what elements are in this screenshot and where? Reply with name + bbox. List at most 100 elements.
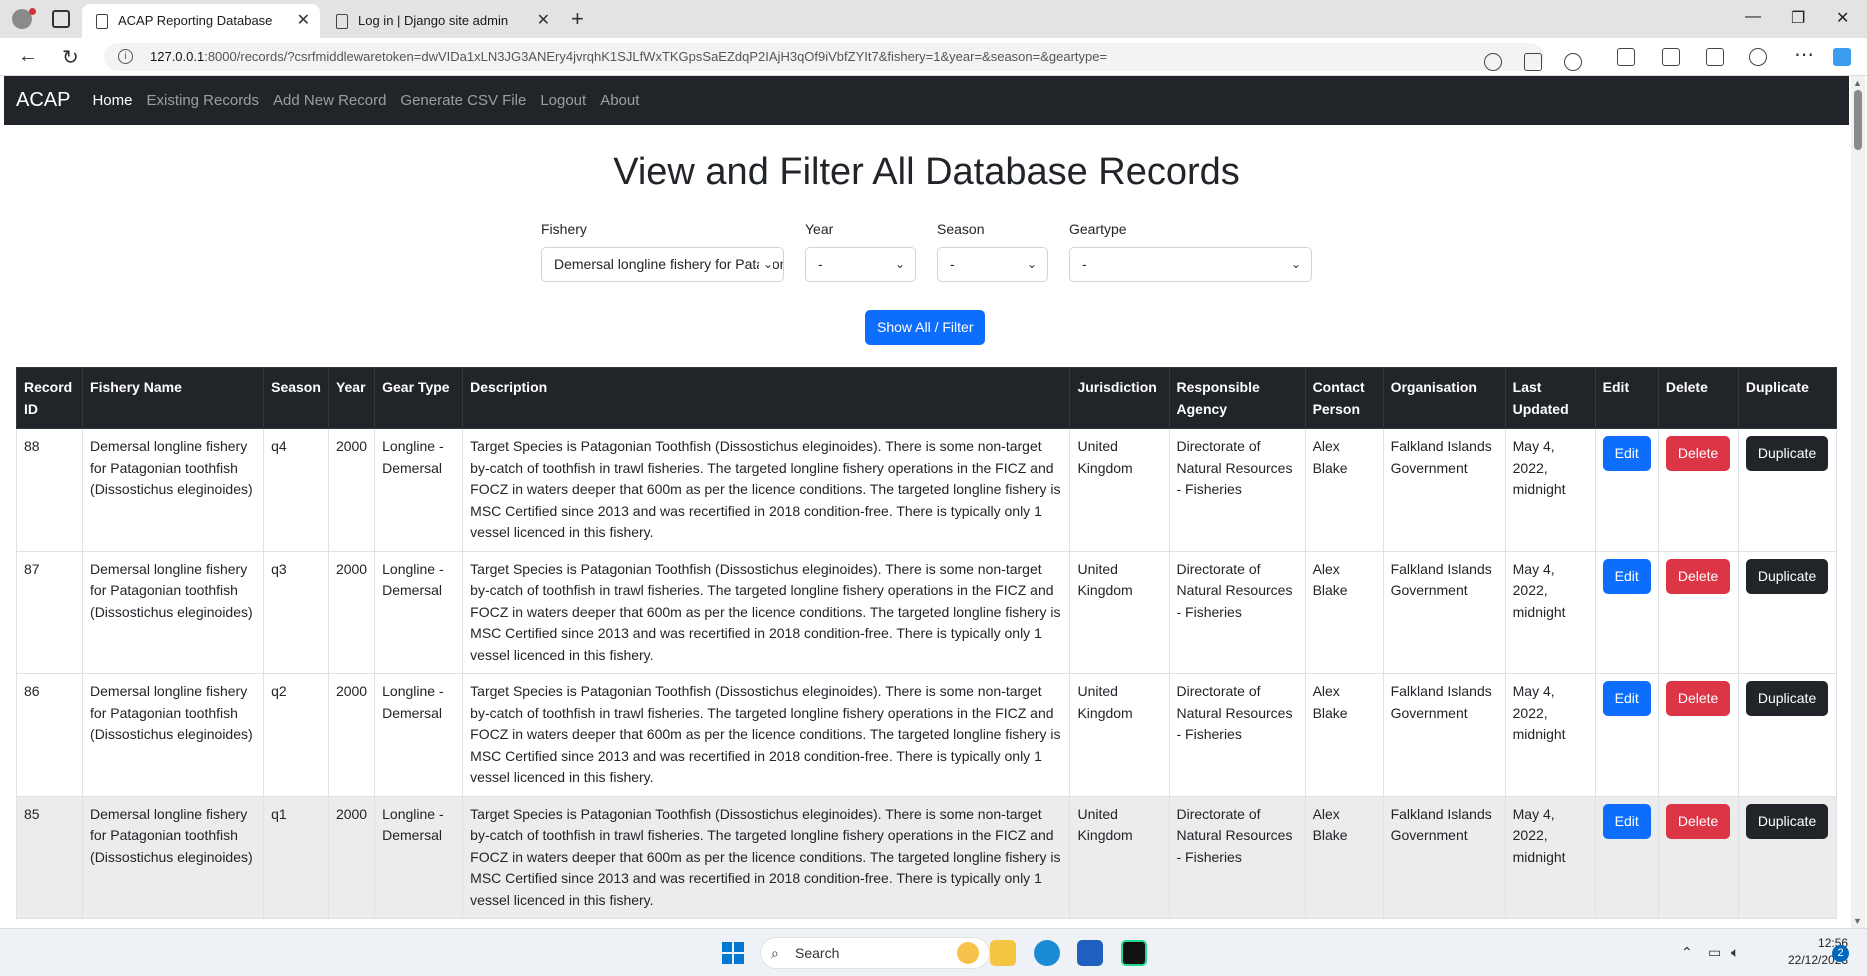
scroll-up-icon[interactable]: ▲: [1853, 78, 1862, 88]
show-all-filter-button[interactable]: Show All / Filter: [865, 310, 986, 345]
tab-django-admin[interactable]: Log in | Django site admin ✕: [322, 4, 560, 38]
fishery-label: Fishery: [541, 221, 587, 237]
collections-icon[interactable]: [1706, 48, 1724, 66]
duplicate-button[interactable]: Duplicate: [1745, 558, 1829, 594]
delete-button[interactable]: Delete: [1665, 803, 1731, 839]
nav-generate-csv[interactable]: Generate CSV File: [400, 92, 526, 109]
nav-logout[interactable]: Logout: [540, 92, 586, 109]
url-bar[interactable]: i 127.0.0.1:8000/records/?csrfmiddleware…: [104, 43, 1582, 71]
cell-delete: Delete: [1657, 428, 1739, 552]
url-text[interactable]: 127.0.0.1:8000/records/?csrfmiddlewareto…: [150, 49, 1300, 64]
cell-organisation: Falkland Islands Government: [1382, 550, 1506, 674]
close-icon[interactable]: ✕: [297, 4, 310, 38]
edge-icon[interactable]: [1034, 940, 1060, 966]
cell-responsible-agency: Directorate of Natural Resources - Fishe…: [1168, 795, 1306, 919]
cell-season: q1: [263, 795, 329, 919]
header-gear-type: Gear Type: [374, 367, 464, 429]
copilot-icon[interactable]: [1833, 48, 1851, 66]
season-select[interactable]: - ⌄: [937, 247, 1048, 282]
chevron-up-icon[interactable]: ⌃: [1681, 944, 1693, 961]
store-icon[interactable]: [1077, 940, 1103, 966]
year-label: Year: [805, 221, 834, 237]
cell-duplicate: Duplicate: [1737, 795, 1838, 919]
volume-icon[interactable]: 🔈︎: [1731, 944, 1739, 961]
geartype-filter: Geartype - ⌄: [1069, 221, 1312, 282]
site-info-icon[interactable]: i: [118, 49, 133, 64]
browser-tab-bar: ACAP Reporting Database ✕ Log in | Djang…: [0, 0, 1867, 38]
notification-badge[interactable]: 2: [1832, 945, 1849, 962]
split-screen-icon[interactable]: [1617, 48, 1635, 66]
weather-icon: [957, 942, 979, 964]
tab-title: ACAP Reporting Database: [118, 13, 273, 28]
nav-add-new-record[interactable]: Add New Record: [273, 92, 386, 109]
header-organisation: Organisation: [1382, 367, 1506, 429]
cell-season: q4: [263, 428, 329, 552]
close-icon[interactable]: ✕: [537, 4, 550, 38]
pycharm-icon[interactable]: [1121, 940, 1147, 966]
edit-button[interactable]: Edit: [1602, 681, 1651, 716]
cell-last-updated: May 4, 2022, midnight: [1504, 795, 1596, 919]
header-record-id: Record ID: [15, 367, 84, 429]
cell-contact-person: Alex Blake: [1304, 550, 1384, 674]
cell-last-updated: May 4, 2022, midnight: [1504, 673, 1596, 797]
scroll-down-icon[interactable]: ▼: [1853, 916, 1862, 926]
cell-delete: Delete: [1657, 550, 1739, 674]
edit-button[interactable]: Edit: [1602, 436, 1651, 471]
header-jurisdiction: Jurisdiction: [1069, 367, 1170, 429]
network-icon[interactable]: ▭: [1708, 944, 1721, 961]
duplicate-button[interactable]: Duplicate: [1745, 436, 1829, 471]
cell-duplicate: Duplicate: [1737, 550, 1838, 674]
extensions-icon[interactable]: [1749, 48, 1767, 66]
cell-year: 2000: [327, 673, 376, 797]
cell-fishery-name: Demersal longline fishery for Patagonian…: [82, 550, 265, 674]
window-close-icon[interactable]: ✕: [1836, 8, 1849, 28]
tab-title: Log in | Django site admin: [358, 13, 509, 28]
year-select[interactable]: - ⌄: [805, 247, 916, 282]
fishery-select[interactable]: Demersal longline fishery for Patagonian…: [541, 247, 784, 282]
delete-button[interactable]: Delete: [1665, 558, 1731, 594]
refresh-icon[interactable]: ↻: [62, 45, 79, 70]
cell-contact-person: Alex Blake: [1304, 673, 1384, 797]
scroll-thumb[interactable]: [1854, 90, 1862, 150]
season-label: Season: [937, 221, 985, 237]
cell-edit: Edit: [1594, 550, 1659, 674]
cell-last-updated: May 4, 2022, midnight: [1504, 428, 1596, 552]
start-icon[interactable]: [722, 942, 744, 964]
nav-home[interactable]: Home: [92, 92, 132, 109]
cell-gear-type: Longline - Demersal: [374, 550, 464, 674]
cell-fishery-name: Demersal longline fishery for Patagonian…: [82, 795, 265, 919]
header-last-updated: Last Updated: [1504, 367, 1596, 429]
cell-gear-type: Longline - Demersal: [374, 428, 464, 552]
minimize-icon[interactable]: —: [1745, 8, 1761, 26]
tab-actions-icon[interactable]: [52, 10, 70, 28]
nav-about[interactable]: About: [600, 92, 639, 109]
new-tab-icon[interactable]: +: [571, 6, 584, 32]
taskbar-search[interactable]: ⌕ Search: [760, 937, 990, 969]
duplicate-button[interactable]: Duplicate: [1745, 681, 1829, 716]
edit-button[interactable]: Edit: [1602, 558, 1651, 594]
page-scrollbar[interactable]: ▲ ▼: [1851, 76, 1865, 928]
chevron-down-icon: ⌄: [1286, 248, 1301, 281]
favorites-icon[interactable]: [1662, 48, 1680, 66]
delete-button[interactable]: Delete: [1665, 681, 1731, 716]
cell-edit: Edit: [1594, 673, 1659, 797]
favorite-star-icon[interactable]: [1564, 53, 1582, 71]
geartype-select[interactable]: - ⌄: [1069, 247, 1312, 282]
brand[interactable]: ACAP: [16, 89, 70, 112]
table-row: 87 Demersal longline fishery for Patagon…: [15, 550, 1838, 674]
cell-contact-person: Alex Blake: [1304, 795, 1384, 919]
back-icon[interactable]: ←: [18, 45, 38, 68]
file-explorer-icon[interactable]: [990, 940, 1016, 966]
more-icon[interactable]: ⋯: [1794, 42, 1814, 67]
table-row: 86 Demersal longline fishery for Patagon…: [15, 673, 1838, 797]
zoom-icon[interactable]: [1484, 53, 1502, 71]
page-title: View and Filter All Database Records: [613, 151, 1240, 193]
tab-acap[interactable]: ACAP Reporting Database ✕: [82, 4, 320, 38]
edit-button[interactable]: Edit: [1602, 803, 1651, 839]
duplicate-button[interactable]: Duplicate: [1745, 803, 1829, 839]
cell-responsible-agency: Directorate of Natural Resources - Fishe…: [1168, 673, 1306, 797]
delete-button[interactable]: Delete: [1665, 436, 1731, 471]
read-aloud-icon[interactable]: [1524, 53, 1542, 71]
nav-existing-records[interactable]: Existing Records: [146, 92, 259, 109]
restore-icon[interactable]: ❐: [1791, 8, 1805, 28]
